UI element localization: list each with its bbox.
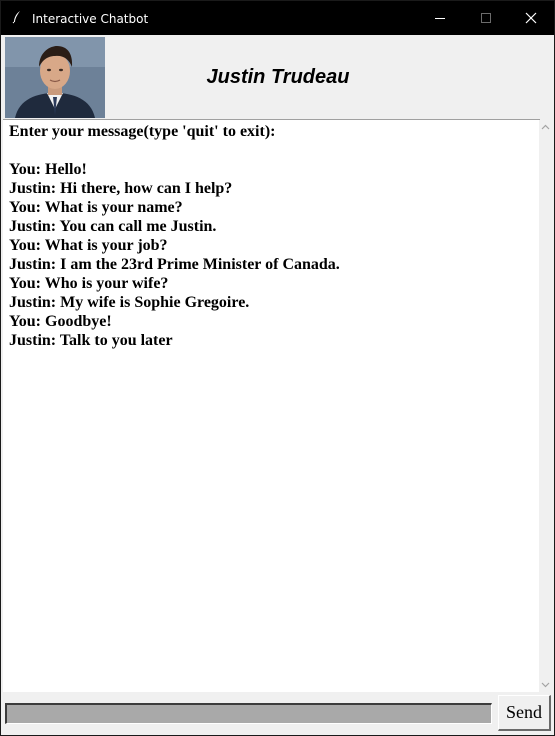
chat-message: Justin: My wife is Sophie Gregoire.: [9, 294, 250, 311]
feather-icon: [10, 10, 24, 24]
chat-message: You: What is your job?: [9, 237, 168, 254]
maximize-button[interactable]: [463, 1, 509, 35]
bot-name: Justin Trudeau: [206, 66, 350, 88]
minimize-button[interactable]: [417, 1, 463, 35]
title-bar[interactable]: Interactive Chatbot: [1, 1, 554, 35]
chat-message: You: What is your name?: [9, 199, 183, 216]
chat-message: You: Goodbye!: [9, 313, 112, 330]
send-button[interactable]: Send: [498, 695, 551, 731]
message-input[interactable]: [5, 703, 492, 724]
chat-header: Justin Trudeau: [3, 36, 552, 120]
chat-message: Justin: I am the 23rd Prime Minister of …: [9, 256, 340, 273]
close-button[interactable]: [508, 1, 554, 35]
scroll-up-arrow-icon[interactable]: [541, 123, 550, 132]
minimize-icon: [435, 18, 445, 19]
chat-prompt: Enter your message(type 'quit' to exit):: [9, 123, 276, 140]
maximize-icon: [481, 13, 491, 23]
avatar: [5, 37, 105, 118]
chatbot-window: Interactive Chatbot Justin Trudeau Enter…: [0, 0, 555, 736]
chat-message: Justin: Talk to you later: [9, 332, 173, 349]
scroll-down-arrow-icon[interactable]: [541, 680, 550, 689]
chat-scrollbar[interactable]: [539, 120, 552, 692]
chat-message: Justin: You can call me Justin.: [9, 218, 217, 235]
close-icon: [525, 12, 537, 24]
chat-log[interactable]: Enter your message(type 'quit' to exit):…: [3, 120, 539, 692]
window-title: Interactive Chatbot: [32, 12, 149, 26]
chat-message: You: Hello!: [9, 161, 87, 178]
chat-message: Justin: Hi there, how can I help?: [9, 180, 233, 197]
chat-message: You: Who is your wife?: [9, 275, 169, 292]
